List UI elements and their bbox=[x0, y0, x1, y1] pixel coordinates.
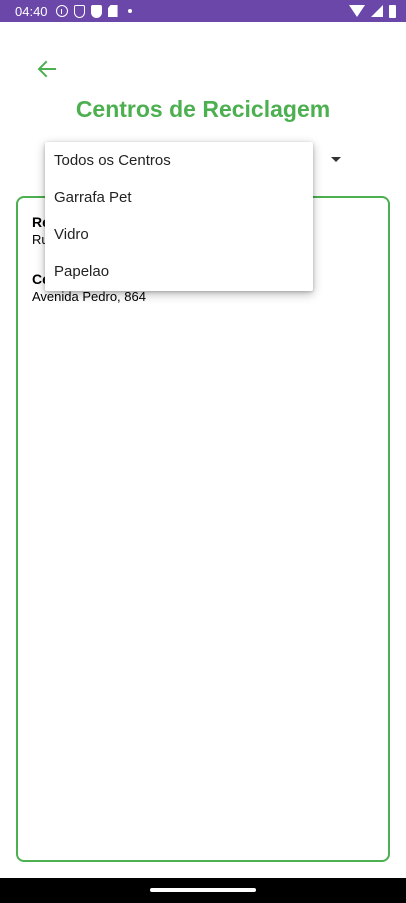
info-icon bbox=[55, 5, 68, 17]
center-address: Avenida Pedro, 864 bbox=[32, 289, 146, 304]
arrow-back-icon bbox=[37, 60, 56, 78]
wifi-icon bbox=[349, 5, 365, 17]
status-bar: 04:40 bbox=[0, 0, 406, 22]
navigation-bar bbox=[0, 878, 406, 903]
home-gesture-handle[interactable] bbox=[150, 888, 256, 892]
status-time: 04:40 bbox=[15, 3, 48, 19]
centers-list: Re Ru Ce Avenida Pedro, 864 bbox=[16, 196, 390, 862]
shield-outline-icon bbox=[73, 4, 85, 18]
filter-dropdown-menu: Todos os Centros Garrafa Pet Vidro Papel… bbox=[45, 142, 313, 291]
dropdown-option-vidro[interactable]: Vidro bbox=[45, 216, 313, 253]
sd-card-icon bbox=[107, 5, 118, 17]
dot-icon bbox=[127, 9, 132, 13]
status-right bbox=[349, 4, 396, 18]
page-title: Centros de Reciclagem bbox=[75, 96, 331, 122]
status-left: 04:40 bbox=[15, 4, 132, 19]
back-button[interactable] bbox=[36, 58, 58, 80]
signal-icon bbox=[371, 5, 383, 17]
dropdown-option-garrafa-pet[interactable]: Garrafa Pet bbox=[45, 179, 313, 216]
dropdown-option-todos[interactable]: Todos os Centros bbox=[45, 142, 313, 179]
battery-icon bbox=[389, 4, 396, 18]
shield-icon bbox=[90, 4, 102, 18]
dropdown-arrow-icon[interactable] bbox=[331, 157, 341, 162]
dropdown-option-papelao[interactable]: Papelao bbox=[45, 253, 313, 290]
